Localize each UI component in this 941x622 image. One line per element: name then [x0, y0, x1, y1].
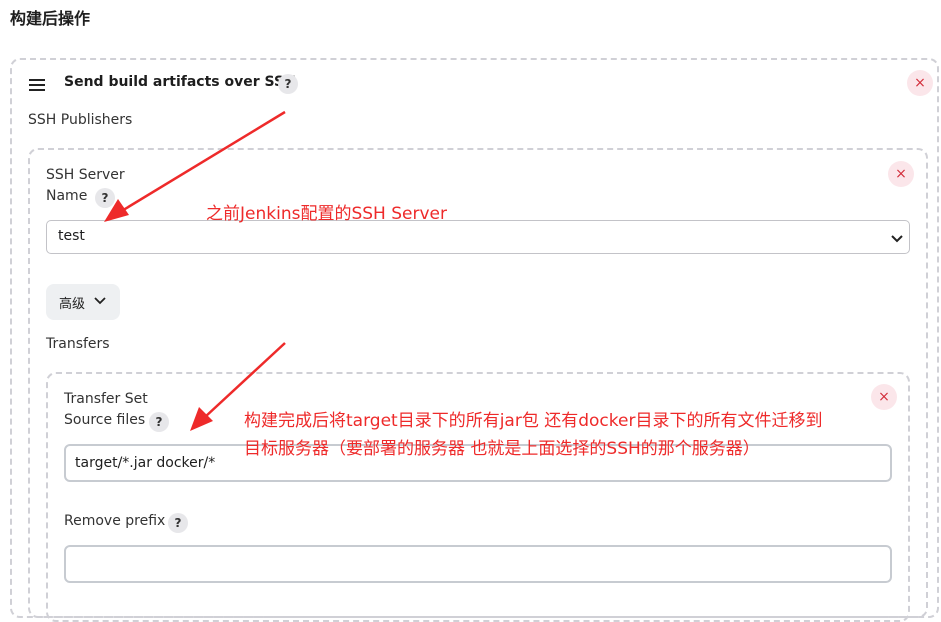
transfer-set-label: Transfer Set [64, 391, 148, 407]
transfer-annotation-line1: 构建完成后将target目录下的所有jar包 还有docker目录下的所有文件迁… [244, 411, 823, 431]
advanced-button[interactable]: 高级 [46, 284, 120, 320]
source-files-label: Source files [64, 412, 146, 428]
server-annotation: 之前Jenkins配置的SSH Server [206, 204, 447, 224]
step-close-button[interactable]: × [907, 70, 933, 96]
ssh-server-select-value: test [58, 228, 85, 244]
chevron-down-icon [94, 297, 106, 305]
remove-prefix-label: Remove prefix [64, 513, 166, 529]
server-close-button[interactable]: × [888, 161, 914, 187]
section-title: 构建后操作 [10, 9, 91, 28]
transfers-label: Transfers [46, 336, 110, 352]
name-label: Name [46, 188, 88, 204]
source-files-help-icon[interactable]: ? [149, 412, 169, 432]
ssh-server-select[interactable]: test [46, 220, 910, 254]
step-title: Send build artifacts over SSH [64, 74, 296, 90]
drag-handle-icon[interactable] [29, 79, 45, 91]
transfer-close-button[interactable]: × [871, 384, 897, 410]
remove-prefix-input[interactable] [64, 545, 892, 583]
chevron-down-icon [891, 235, 903, 243]
ssh-publishers-label: SSH Publishers [28, 112, 133, 128]
advanced-button-label: 高级 [59, 297, 86, 312]
ssh-server-label: SSH Server [46, 167, 125, 183]
remove-prefix-help-icon[interactable]: ? [168, 513, 188, 533]
name-help-icon[interactable]: ? [95, 188, 115, 208]
transfer-annotation-line2: 目标服务器（要部署的服务器 也就是上面选择的SSH的那个服务器） [244, 439, 760, 459]
step-help-icon[interactable]: ? [278, 74, 298, 94]
